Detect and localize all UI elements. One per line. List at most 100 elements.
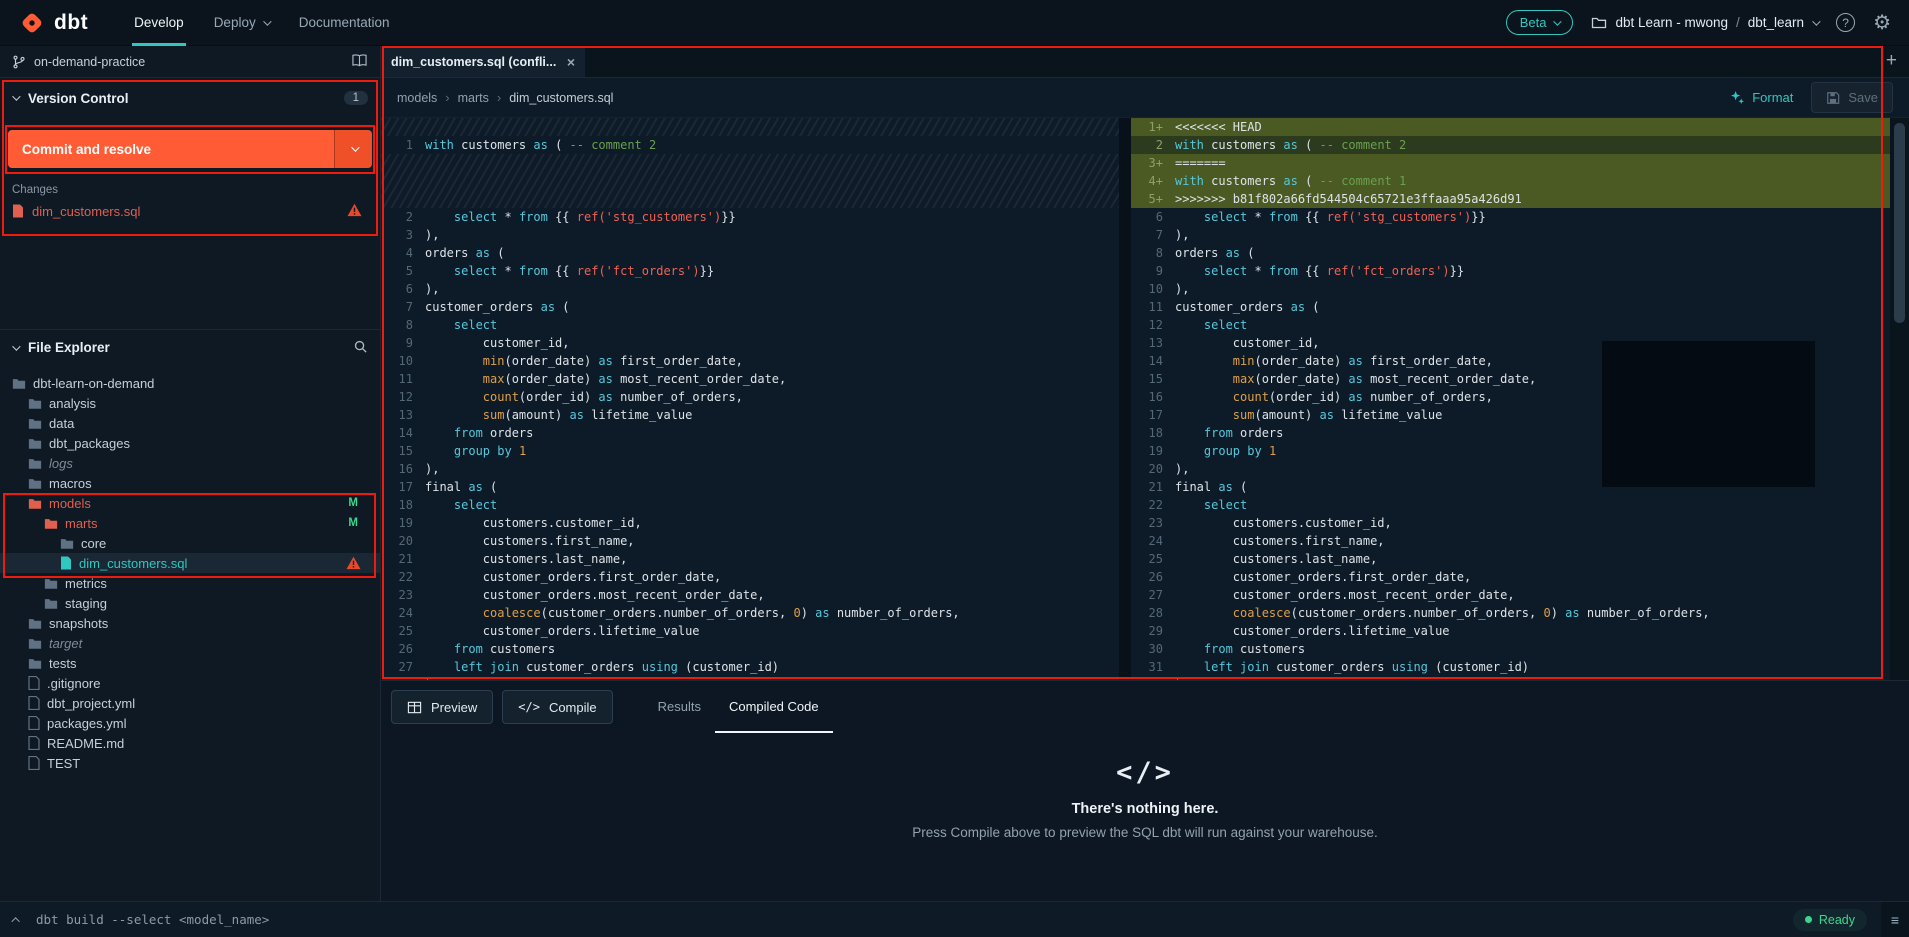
code-line[interactable]: 4+ with customers as ( -- comment 1 xyxy=(1131,172,1890,190)
code-line[interactable]: 2 with customers as ( -- comment 2 xyxy=(1131,136,1890,154)
code-line[interactable]: 12 select xyxy=(1131,316,1890,334)
code-line[interactable]: 30 from customers xyxy=(1131,640,1890,658)
results-tab-results[interactable]: Results xyxy=(644,681,715,733)
settings-gear-icon[interactable]: ⚙ xyxy=(1873,13,1891,33)
code-line[interactable]: 5 select * from {{ ref('fct_orders')}} xyxy=(381,262,1119,280)
tree-item-dbt-learn-on-demand[interactable]: dbt-learn-on-demand xyxy=(0,373,380,393)
code-line[interactable]: 31 left join customer_orders using (cust… xyxy=(1131,658,1890,676)
scrollbar-thumb[interactable] xyxy=(1894,123,1905,323)
code-line[interactable]: 9 customer_id, xyxy=(381,334,1119,352)
code-line[interactable]: 10), xyxy=(1131,280,1890,298)
code-line[interactable]: 23 customers.customer_id, xyxy=(1131,514,1890,532)
code-line[interactable]: 3), xyxy=(381,226,1119,244)
code-line[interactable]: 15 group by 1 xyxy=(381,442,1119,460)
file-search-icon[interactable] xyxy=(353,339,368,357)
preview-button[interactable]: Preview xyxy=(391,690,494,724)
tree-item-models[interactable]: models M xyxy=(0,493,380,513)
beta-badge[interactable]: Beta xyxy=(1505,10,1574,35)
code-line[interactable]: 17 final as ( xyxy=(381,478,1119,496)
tree-item-tests[interactable]: tests xyxy=(0,653,380,673)
tree-item-staging[interactable]: staging xyxy=(0,593,380,613)
code-line[interactable]: 26 customer_orders.first_order_date, xyxy=(1131,568,1890,586)
results-tab-compiled-code[interactable]: Compiled Code xyxy=(714,681,833,733)
pane-divider[interactable] xyxy=(1119,118,1131,680)
code-line[interactable]: 26 from customers xyxy=(381,640,1119,658)
account-selector[interactable]: dbt Learn - mwong / dbt_learn xyxy=(1591,15,1821,31)
tree-item-dim_customers.sql[interactable]: dim_customers.sql xyxy=(0,553,380,573)
tree-item-test[interactable]: TEST xyxy=(0,753,380,773)
diff-pane-current[interactable]: 1 with customers as ( -- comment 2 2 selec… xyxy=(381,118,1119,680)
breadcrumb-item[interactable]: models xyxy=(397,91,437,105)
code-line[interactable]: 9 select * from {{ ref('fct_orders')}} xyxy=(1131,262,1890,280)
chevron-up-icon[interactable] xyxy=(11,916,20,926)
dbt-logo[interactable]: dbt xyxy=(18,9,88,37)
code-line[interactable]: 23 customer_orders.most_recent_order_dat… xyxy=(381,586,1119,604)
nav-tab-develop[interactable]: Develop xyxy=(132,0,186,46)
changed-file-item[interactable]: dim_customers.sql xyxy=(0,200,380,222)
code-line[interactable]: 8 orders as ( xyxy=(1131,244,1890,262)
code-line[interactable]: 12 count(order_id) as number_of_orders, xyxy=(381,388,1119,406)
new-tab-button[interactable]: + xyxy=(1880,50,1903,72)
breadcrumb-item[interactable]: marts xyxy=(458,91,489,105)
save-button[interactable]: Save xyxy=(1811,82,1893,113)
tree-item-core[interactable]: core xyxy=(0,533,380,553)
code-line[interactable]: 4 orders as ( xyxy=(381,244,1119,262)
version-control-header[interactable]: Version Control 1 xyxy=(0,78,380,118)
tree-item-target[interactable]: target xyxy=(0,633,380,653)
code-line[interactable]: 22 select xyxy=(1131,496,1890,514)
code-line[interactable]: 28 coalesce(customer_orders.number_of_or… xyxy=(1131,604,1890,622)
code-line[interactable]: 10 min(order_date) as first_order_date, xyxy=(381,352,1119,370)
command-history-menu-icon[interactable]: ≡ xyxy=(1881,901,1909,937)
code-line[interactable]: 19 customers.customer_id, xyxy=(381,514,1119,532)
code-line[interactable]: 22 customer_orders.first_order_date, xyxy=(381,568,1119,586)
tree-item-marts[interactable]: marts M xyxy=(0,513,380,533)
file-explorer-header[interactable]: File Explorer xyxy=(0,329,380,357)
help-button[interactable]: ? xyxy=(1836,13,1856,32)
code-line[interactable]: 20 customers.first_name, xyxy=(381,532,1119,550)
format-button[interactable]: Format xyxy=(1730,90,1793,105)
git-branch-row[interactable]: on-demand-practice xyxy=(0,46,380,78)
code-line[interactable]: 2 select * from {{ ref('stg_customers')}… xyxy=(381,208,1119,226)
code-line[interactable]: 7 customer_orders as ( xyxy=(381,298,1119,316)
code-line[interactable]: 1 with customers as ( -- comment 2 xyxy=(381,136,1119,154)
tree-item-readme.md[interactable]: README.md xyxy=(0,733,380,753)
code-line[interactable]: 6), xyxy=(381,280,1119,298)
nav-tab-documentation[interactable]: Documentation xyxy=(299,0,390,46)
tree-item-packages.yml[interactable]: packages.yml xyxy=(0,713,380,733)
close-tab-icon[interactable]: × xyxy=(567,54,575,70)
code-line[interactable]: 8 select xyxy=(381,316,1119,334)
tree-item-analysis[interactable]: analysis xyxy=(0,393,380,413)
code-line[interactable]: 13 sum(amount) as lifetime_value xyxy=(381,406,1119,424)
code-line[interactable]: 24 coalesce(customer_orders.number_of_or… xyxy=(381,604,1119,622)
code-line[interactable]: 24 customers.first_name, xyxy=(1131,532,1890,550)
code-line[interactable]: 25 customers.last_name, xyxy=(1131,550,1890,568)
tree-item-dbt_packages[interactable]: dbt_packages xyxy=(0,433,380,453)
docs-book-icon[interactable] xyxy=(351,53,368,71)
breadcrumb-item[interactable]: dim_customers.sql xyxy=(509,91,613,105)
code-line[interactable]: 18 select xyxy=(381,496,1119,514)
code-line[interactable]: 7), xyxy=(1131,226,1890,244)
code-line[interactable]: 14 from orders xyxy=(381,424,1119,442)
code-line[interactable]: 5+ >>>>>>> b81f802a66fd544504c65721e3ffaa… xyxy=(1131,190,1890,208)
code-line[interactable]: 25 customer_orders.lifetime_value xyxy=(381,622,1119,640)
tree-item-dbt_project.yml[interactable]: dbt_project.yml xyxy=(0,693,380,713)
code-line[interactable]: 11 customer_orders as ( xyxy=(1131,298,1890,316)
tree-item-logs[interactable]: logs xyxy=(0,453,380,473)
code-line[interactable]: 11 max(order_date) as most_recent_order_… xyxy=(381,370,1119,388)
tree-item-snapshots[interactable]: snapshots xyxy=(0,613,380,633)
tree-item-.gitignore[interactable]: .gitignore xyxy=(0,673,380,693)
command-input[interactable]: dbt build --select <model_name> xyxy=(36,912,269,927)
code-line[interactable]: 21 customers.last_name, xyxy=(381,550,1119,568)
code-line[interactable]: 16), xyxy=(381,460,1119,478)
commit-and-resolve-button[interactable]: Commit and resolve xyxy=(8,130,334,168)
editor-tab-dim-customers[interactable]: dim_customers.sql (confli... × xyxy=(381,46,585,77)
commit-options-button[interactable] xyxy=(334,130,372,168)
code-line[interactable]: 27 left join customer_orders using (cust… xyxy=(381,658,1119,676)
code-line[interactable]: 27 customer_orders.most_recent_order_dat… xyxy=(1131,586,1890,604)
code-line[interactable]: 6 select * from {{ ref('stg_customers')}… xyxy=(1131,208,1890,226)
nav-tab-deploy[interactable]: Deploy xyxy=(214,0,272,46)
tree-item-data[interactable]: data xyxy=(0,413,380,433)
code-line[interactable]: 1+ <<<<<<< HEAD xyxy=(1131,118,1890,136)
compile-button[interactable]: </> Compile xyxy=(502,690,613,724)
code-line[interactable]: 29 customer_orders.lifetime_value xyxy=(1131,622,1890,640)
